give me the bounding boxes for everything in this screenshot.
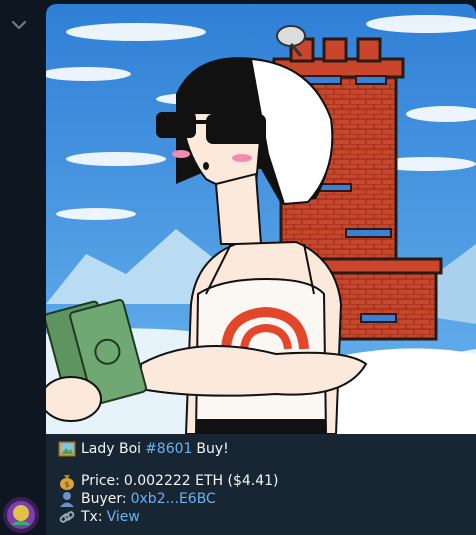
nft-hashtag-link[interactable]: #8601 xyxy=(145,440,192,458)
buyer-label: Buyer: xyxy=(81,491,127,507)
buyer-line: Buyer: 0xb2...E6BC xyxy=(58,490,468,508)
svg-text:$: $ xyxy=(64,480,69,489)
scroll-down-button[interactable] xyxy=(4,10,34,40)
sender-avatar[interactable] xyxy=(3,497,39,533)
message-caption: Lady Boi #8601 Buy! $ Price: 0.002222 ET… xyxy=(58,440,468,526)
chevron-down-icon xyxy=(11,20,27,30)
money-bag-icon: $ xyxy=(60,475,74,490)
tx-view-link[interactable]: View xyxy=(107,508,140,526)
tx-line: Tx: View xyxy=(58,508,468,526)
price-label: Price: xyxy=(81,473,120,489)
price-value: 0.002222 ETH ($4.41) xyxy=(123,473,279,489)
link-icon xyxy=(59,511,75,523)
tx-label: Tx: xyxy=(81,509,103,525)
action-label: Buy! xyxy=(196,441,229,457)
nft-name: Lady Boi xyxy=(81,441,142,457)
nft-image[interactable] xyxy=(46,4,476,434)
price-line: $ Price: 0.002222 ETH ($4.41) xyxy=(58,472,468,490)
chat-sidebar-strip xyxy=(0,0,46,535)
title-line: Lady Boi #8601 Buy! xyxy=(58,440,468,458)
message-bubble: Lady Boi #8601 Buy! $ Price: 0.002222 ET… xyxy=(46,4,476,535)
framed-picture-icon xyxy=(58,441,76,457)
buyer-address-link[interactable]: 0xb2...E6BC xyxy=(131,490,216,508)
bust-silhouette-icon xyxy=(60,492,74,507)
